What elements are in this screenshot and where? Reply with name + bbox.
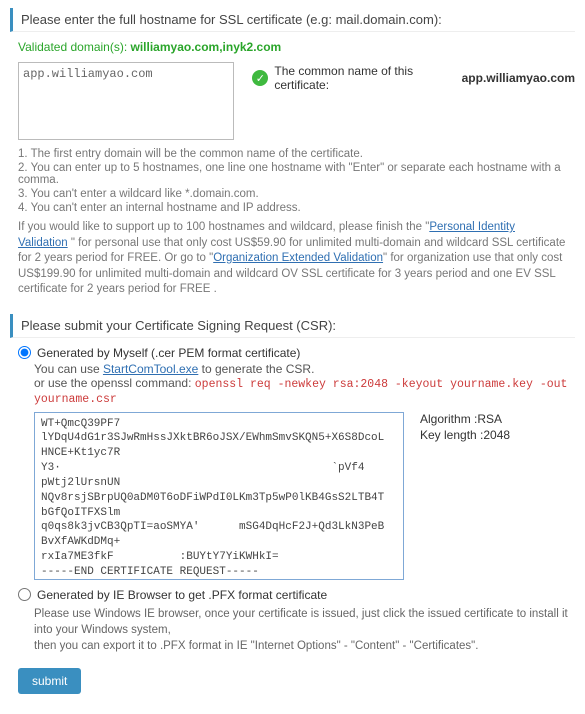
validated-domains-line: Validated domain(s): williamyao.com,inyk… [18, 40, 575, 54]
validated-domains: williamyao.com,inyk2.com [131, 40, 282, 54]
note-1: 1. The first entry domain will be the co… [18, 148, 575, 160]
gen-myself-label: Generated by Myself (.cer PEM format cer… [37, 346, 300, 360]
algorithm-label: Algorithm : [420, 412, 477, 426]
checkmark-icon: ✓ [252, 70, 268, 86]
csr-textarea[interactable] [34, 412, 404, 580]
note-2: 2. You can enter up to 5 hostnames, one … [18, 162, 575, 186]
upsell-text: If you would like to support up to 100 h… [18, 220, 567, 298]
note-4: 4. You can't enter an internal hostname … [18, 202, 575, 214]
openssl-pre: or use the openssl command: [34, 376, 195, 390]
algorithm-value: RSA [477, 412, 502, 426]
startcom-pre: You can use [34, 362, 103, 376]
common-name-value: app.williamyao.com [462, 71, 575, 85]
gen-myself-radio[interactable] [18, 346, 31, 359]
hostname-textarea[interactable] [18, 62, 234, 140]
common-name-display: ✓ The common name of this certificate: a… [252, 62, 575, 92]
hostname-section-header: Please enter the full hostname for SSL c… [10, 8, 575, 32]
org-validation-link[interactable]: Organization Extended Validation [213, 252, 383, 264]
common-name-prefix: The common name of this certificate: [274, 64, 457, 92]
keylength-value: 2048 [483, 428, 510, 442]
validated-label: Validated domain(s): [18, 40, 131, 54]
keylength-label: Key length : [420, 428, 483, 442]
submit-button[interactable]: submit [18, 668, 81, 694]
gen-ie-radio[interactable] [18, 588, 31, 601]
hostname-notes: 1. The first entry domain will be the co… [18, 148, 575, 214]
upsell-pre: If you would like to support up to 100 h… [18, 221, 429, 233]
gen-ie-label: Generated by IE Browser to get .PFX form… [37, 588, 327, 602]
ie-note-1: Please use Windows IE browser, once your… [34, 606, 575, 638]
startcomtool-link[interactable]: StartComTool.exe [103, 362, 198, 376]
startcom-post: to generate the CSR. [198, 362, 314, 376]
csr-info: Algorithm :RSA Key length :2048 [420, 412, 510, 580]
note-3: 3. You can't enter a wildcard like *.dom… [18, 188, 575, 200]
csr-section-header: Please submit your Certificate Signing R… [10, 314, 575, 338]
ie-note-2: then you can export it to .PFX format in… [34, 638, 575, 654]
